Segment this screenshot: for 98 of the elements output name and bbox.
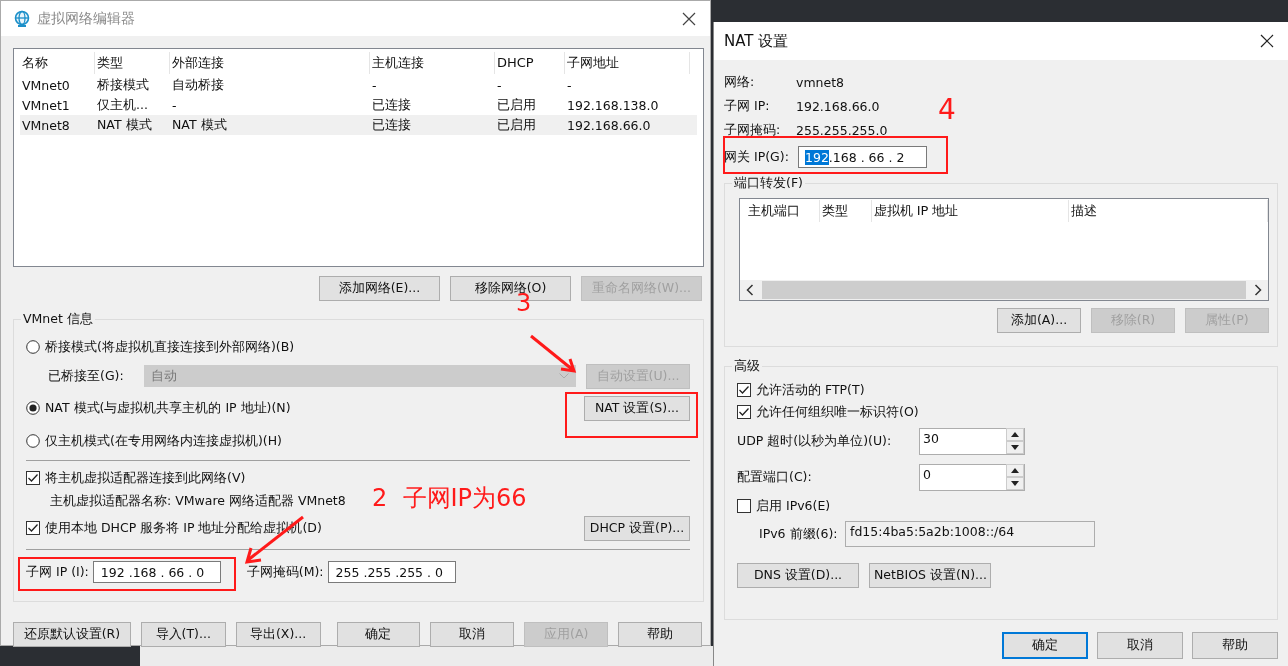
checkbox-icon[interactable] — [737, 405, 751, 419]
subnet-mask-field[interactable]: 255 .255 .255 . 0 — [327, 561, 456, 583]
settings-button[interactable]: DNS 设置(D)... — [737, 563, 859, 588]
radio-icon[interactable] — [26, 434, 40, 448]
radio-option[interactable]: 桥接模式(将虚拟机直接连接到外部网络)(B) — [26, 338, 295, 356]
dhcp-settings-button[interactable]: DHCP 设置(P)... — [584, 515, 690, 541]
field-label: 网关 IP(G): — [724, 148, 790, 166]
settings-button[interactable]: NetBIOS 设置(N)... — [869, 563, 991, 588]
column-header[interactable]: 虚拟机 IP 地址 — [871, 200, 1069, 222]
dialog-button[interactable]: 帮助 — [618, 622, 702, 647]
table-cell-text: NAT 模式 — [171, 116, 228, 134]
checkbox-icon[interactable] — [26, 471, 40, 485]
table-cell-text: 自动桥接 — [171, 76, 225, 94]
checkbox-option[interactable]: 将主机虚拟适配器连接到此网络(V) — [26, 469, 246, 487]
dialog-button[interactable]: 导出(X)... — [235, 622, 321, 647]
column-header[interactable]: 主机连接 — [370, 52, 495, 74]
info-label: 子网 IP: — [724, 97, 771, 115]
spin-arrows-icon[interactable] — [1006, 428, 1024, 454]
chevron-left-icon[interactable] — [746, 284, 754, 296]
dialog-button[interactable]: 取消 — [1097, 632, 1183, 659]
field-label: IPv6 前缀(6): — [759, 525, 839, 543]
adapter-name-text: 主机虚拟适配器名称: VMware 网络适配器 VMnet8 — [50, 492, 346, 510]
table-cell-text: 桥接模式 — [96, 76, 150, 94]
radio-option[interactable]: 仅主机模式(在专用网络内连接虚拟机)(H) — [26, 432, 282, 450]
info-label: 子网掩码: — [724, 121, 782, 139]
window-title: 虚拟网络编辑器 — [37, 9, 135, 28]
number-spinner[interactable]: 30 — [919, 427, 1025, 455]
spin-arrows-icon[interactable] — [1006, 464, 1024, 490]
dialog-button[interactable]: 还原默认设置(R) — [13, 622, 131, 647]
window-title: NAT 设置 — [724, 31, 789, 51]
table-cell-text: VMnet8 — [21, 117, 71, 133]
field-label: 已桥接至(G): — [48, 367, 125, 385]
dialog-button[interactable]: 确定 — [1002, 632, 1088, 659]
table-row[interactable]: VMnet8 NAT 模式 NAT 模式 已连接 已启用 192.168.66.0 — [20, 115, 697, 135]
close-icon[interactable] — [1260, 34, 1274, 48]
table-cell-text: 已连接 — [371, 116, 412, 134]
table-cell-text: - — [371, 77, 378, 93]
group-title: VMnet 信息 — [21, 311, 95, 328]
dialog-button[interactable]: 确定 — [336, 622, 421, 647]
port-button[interactable]: 添加(A)... — [997, 308, 1081, 333]
dialog-button[interactable]: 帮助 — [1192, 632, 1278, 659]
column-header[interactable]: 子网地址 — [565, 52, 690, 74]
column-header[interactable]: DHCP — [495, 52, 565, 74]
radio-icon[interactable] — [26, 340, 40, 354]
column-header[interactable]: 类型 — [819, 200, 872, 222]
table-cell-text: VMnet0 — [21, 77, 71, 93]
table-cell-text: NAT 模式 — [96, 116, 153, 134]
globe-icon — [13, 9, 31, 28]
checkbox-icon[interactable] — [737, 499, 751, 513]
table-row[interactable]: VMnet0 桥接模式 自动桥接 - - - — [20, 75, 697, 95]
column-header[interactable]: 外部连接 — [170, 52, 370, 74]
annotation-text: 4 — [938, 96, 956, 124]
info-value: 255.255.255.0 — [796, 122, 888, 138]
info-value: vmnet8 — [796, 74, 845, 90]
annotation-text: 2 子网IP为66 — [372, 486, 527, 510]
column-header[interactable]: 描述 — [1068, 200, 1268, 222]
number-spinner[interactable]: 0 — [919, 463, 1025, 491]
table-cell-text: 192.168.66.0 — [566, 117, 652, 133]
table-cell-text: 192.168.138.0 — [566, 97, 660, 113]
table-row[interactable]: VMnet1 仅主机... - 已连接 已启用 192.168.138.0 — [20, 95, 697, 115]
table-cell-text: 已连接 — [371, 96, 412, 114]
checkbox-option[interactable]: 启用 IPv6(E) — [737, 497, 831, 515]
column-header[interactable]: 类型 — [95, 52, 170, 74]
checkbox-icon[interactable] — [26, 521, 40, 535]
chevron-down-icon — [558, 373, 569, 379]
field-label: 子网 IP (I): — [26, 563, 89, 581]
close-icon[interactable] — [682, 11, 696, 26]
table-cell-text: 已启用 — [496, 96, 537, 114]
table-cell-text: 已启用 — [496, 116, 537, 134]
ipv6-prefix-field[interactable]: fd15:4ba5:5a2b:1008::/64 — [845, 521, 1095, 547]
table-cell-text: - — [171, 97, 178, 113]
column-header[interactable]: 主机端口 — [746, 200, 820, 222]
horizontal-scrollbar[interactable] — [740, 280, 1268, 300]
table-cell-text: - — [566, 77, 573, 93]
field-label: 子网掩码(M): — [246, 563, 324, 581]
gateway-ip-field[interactable]: 192.168 . 66 . 2 — [798, 146, 927, 168]
group-title: 高级 — [732, 358, 762, 375]
network-button[interactable]: 添加网络(E)... — [319, 276, 440, 301]
dialog-button[interactable]: 取消 — [430, 622, 515, 647]
field-label: UDP 超时(以秒为单位)(U): — [737, 432, 893, 450]
column-header[interactable]: 名称 — [20, 52, 95, 74]
checkbox-option[interactable]: 允许任何组织唯一标识符(O) — [737, 403, 919, 421]
subnet-ip-field[interactable]: 192 .168 . 66 . 0 — [92, 561, 221, 583]
checkbox-option[interactable]: 允许活动的 FTP(T) — [737, 381, 865, 399]
radio-icon[interactable] — [26, 401, 40, 415]
group-title: 端口转发(F) — [732, 175, 805, 192]
table-cell-text: 仅主机... — [96, 96, 149, 114]
dialog-button[interactable]: 导入(T)... — [140, 622, 226, 647]
arrow — [528, 333, 578, 375]
info-value: 192.168.66.0 — [796, 98, 880, 114]
nat-settings-button[interactable]: NAT 设置(S)... — [584, 395, 690, 421]
table-cell-text: - — [496, 77, 503, 93]
info-label: 网络: — [724, 73, 756, 91]
table-cell-text: VMnet1 — [21, 97, 71, 113]
field-label: 配置端口(C): — [737, 468, 813, 486]
radio-option[interactable]: NAT 模式(与虚拟机共享主机的 IP 地址)(N) — [26, 399, 291, 417]
chevron-right-icon[interactable] — [1254, 284, 1262, 296]
checkbox-icon[interactable] — [737, 383, 751, 397]
